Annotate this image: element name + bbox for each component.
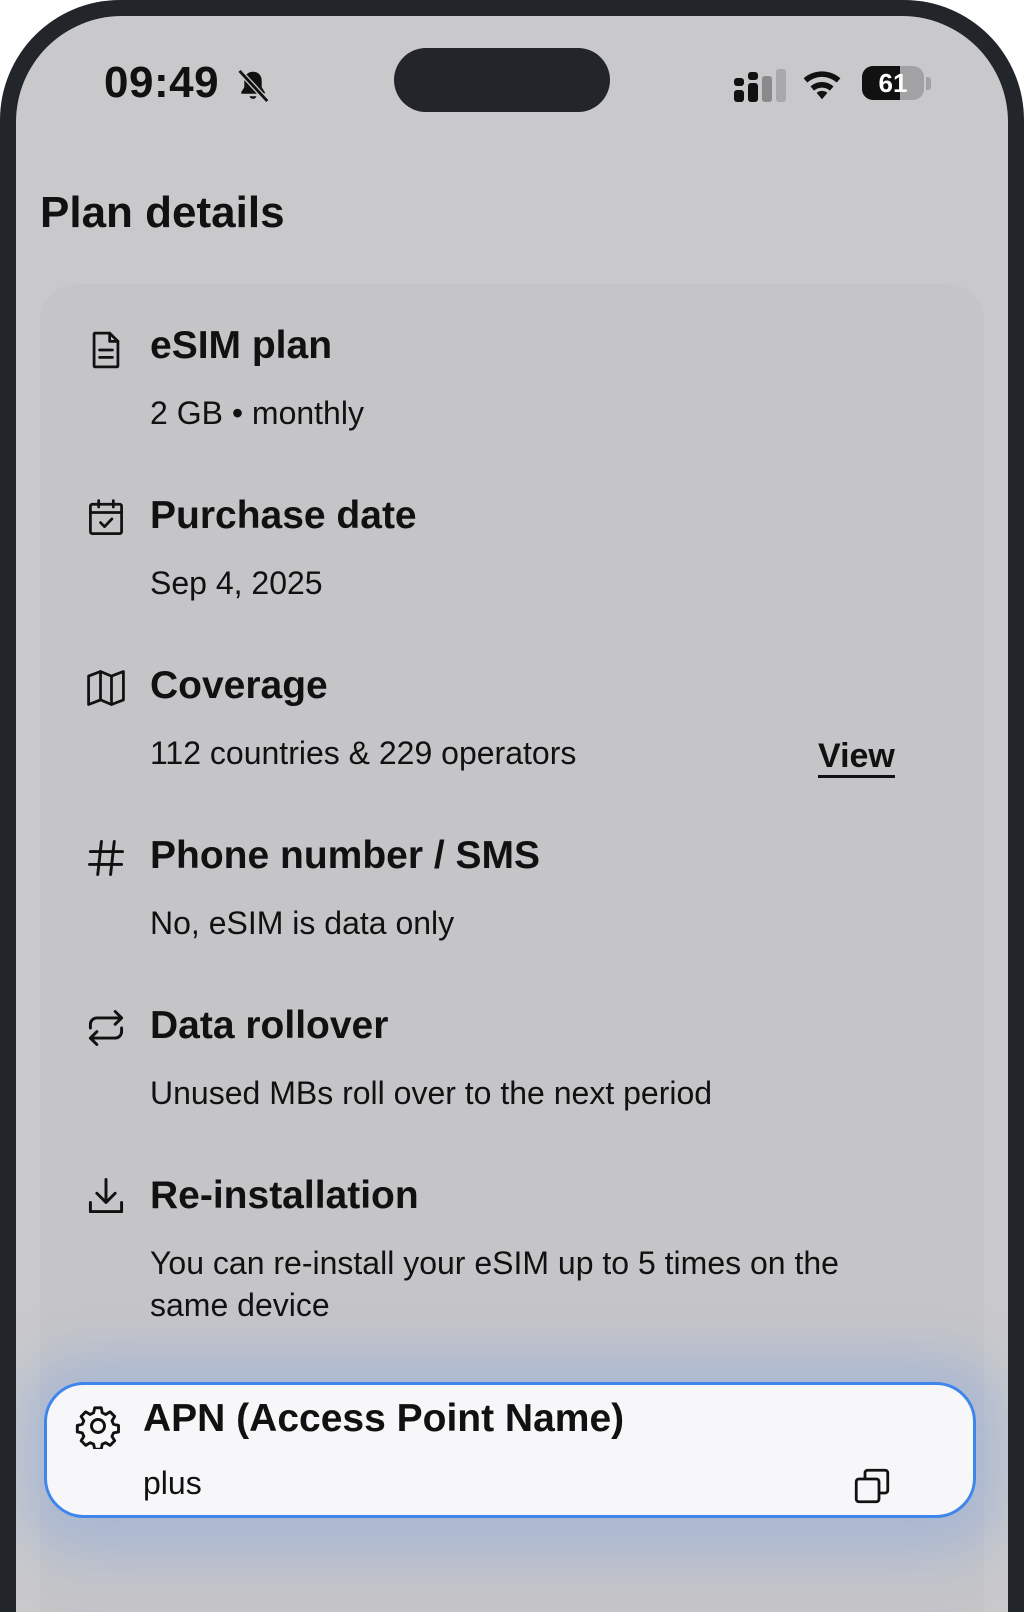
phone-frame: 09:49 61 Plan details eSIM plan 2 GB • m… [0,0,1024,1612]
wifi-icon [803,71,841,100]
status-bar: 09:49 61 [16,16,1008,156]
hash-icon [88,840,124,876]
bell-slash-icon [237,69,270,103]
map-icon [87,670,125,706]
row-value: 2 GB • monthly [150,395,364,431]
gear-icon [75,1406,120,1449]
signal-icon [734,69,786,102]
battery-icon: 61 [862,66,932,102]
repeat-icon [88,1010,124,1046]
row-value: Unused MBs roll over to the next period [150,1075,713,1111]
page-title: Plan details [40,188,285,237]
copy-icon[interactable] [851,1465,893,1507]
document-icon [92,331,120,369]
row-value: 112 countries & 229 operators [150,735,577,771]
row-title: Re-installation [150,1174,419,1217]
battery-level: 61 [878,68,908,98]
row-value: You can re-install your eSIM up to 5 tim… [150,1245,839,1323]
dynamic-island [394,48,610,112]
screen: 09:49 61 Plan details eSIM plan 2 GB • m… [16,16,1008,1612]
row-value: No, eSIM is data only [150,905,455,941]
row-title: Data rollover [150,1004,389,1047]
row-title: Phone number / SMS [150,834,541,877]
status-time: 09:49 [104,58,220,107]
row-title: Purchase date [150,494,417,537]
apn-card[interactable]: APN (Access Point Name) plus [44,1382,976,1518]
row-title: Coverage [150,664,328,707]
view-coverage-link[interactable]: View [818,737,895,778]
apn-value: plus [143,1465,202,1501]
calendar-check-icon [89,499,123,535]
row-title: eSIM plan [150,324,333,367]
row-value: Sep 4, 2025 [150,565,323,601]
apn-title: APN (Access Point Name) [143,1397,625,1440]
download-icon [88,1178,124,1214]
